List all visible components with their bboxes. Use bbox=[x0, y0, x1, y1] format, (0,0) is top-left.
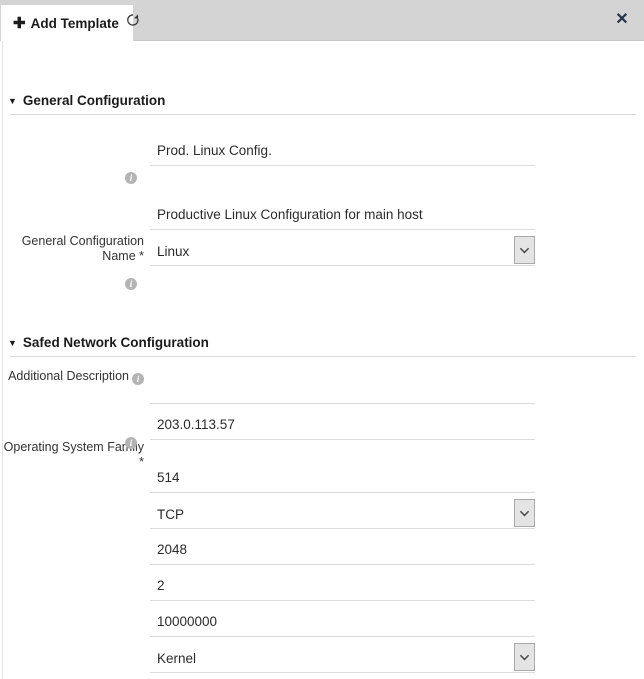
input-max-message-size[interactable] bbox=[150, 536, 535, 565]
select-value-syslog-facility[interactable]: Kernel bbox=[150, 644, 535, 673]
select-protocol-type[interactable]: TCP bbox=[150, 500, 535, 529]
form-row-override-dns-name: Override DNS Namei bbox=[0, 375, 644, 411]
tab-add-template[interactable]: ✚ Add Template bbox=[0, 4, 134, 41]
chevron-down-icon[interactable] bbox=[514, 236, 535, 264]
info-icon[interactable]: i bbox=[125, 278, 137, 290]
select-value-operating-system-family[interactable]: Linux bbox=[150, 237, 535, 266]
form-row-general-configuration-name: General Configuration Name *i bbox=[0, 137, 644, 173]
chevron-down-icon: ▼ bbox=[8, 339, 17, 348]
section-title: Safed Network Configuration bbox=[23, 335, 209, 350]
refresh-icon[interactable] bbox=[124, 11, 142, 29]
select-operating-system-family[interactable]: Linux bbox=[150, 237, 535, 266]
tab-bar: ✚ Add Template ✕ bbox=[0, 0, 644, 41]
form-row-syslog-facility: SYSLOG FacilityiKernel bbox=[0, 644, 644, 679]
chevron-down-icon[interactable] bbox=[514, 499, 535, 527]
input-wait-time[interactable] bbox=[150, 608, 535, 637]
close-button[interactable]: ✕ bbox=[613, 11, 631, 29]
section-header-general-configuration[interactable]: ▼ General Configuration bbox=[8, 93, 638, 108]
chevron-down-icon: ▼ bbox=[8, 97, 17, 106]
info-icon[interactable]: i bbox=[125, 172, 137, 184]
form-row-protocol-type: Protocol Type *iTCP bbox=[0, 500, 644, 536]
input-general-configuration-name[interactable] bbox=[150, 137, 535, 166]
form-row-additional-description: Additional Descriptioni bbox=[0, 201, 644, 237]
section-divider bbox=[10, 356, 636, 357]
input-neteye-server-address[interactable] bbox=[150, 411, 535, 440]
input-override-dns-name[interactable] bbox=[150, 375, 535, 404]
form-row-neteye-server-address: NetEye Server address *i bbox=[0, 411, 644, 447]
tab-label: Add Template bbox=[31, 16, 119, 31]
chevron-down-icon[interactable] bbox=[514, 643, 535, 671]
form-row-operating-system-family: Operating System Family *iLinux bbox=[0, 237, 644, 273]
form-row-max-message-size: Max Message sizei bbox=[0, 536, 644, 572]
form-row-destination-port: Destination Port *i bbox=[0, 464, 644, 500]
section-title: General Configuration bbox=[23, 93, 166, 108]
input-days-of-log-archives[interactable] bbox=[150, 572, 535, 601]
input-destination-port[interactable] bbox=[150, 464, 535, 493]
form-content: ▼ General Configuration ▼ Safed Network … bbox=[0, 41, 644, 679]
refresh-icon-glyph bbox=[126, 13, 140, 27]
plus-icon: ✚ bbox=[13, 16, 26, 31]
select-syslog-facility[interactable]: Kernel bbox=[150, 644, 535, 673]
form-row-days-of-log-archives: Days of Log Archivesi bbox=[0, 572, 644, 608]
section-header-safed-network-configuration[interactable]: ▼ Safed Network Configuration bbox=[8, 335, 638, 350]
section-divider bbox=[10, 114, 636, 115]
info-icon[interactable]: i bbox=[125, 437, 137, 449]
form-row-wait-time: Wait timei bbox=[0, 608, 644, 644]
select-value-protocol-type[interactable]: TCP bbox=[150, 500, 535, 529]
input-additional-description[interactable] bbox=[150, 201, 535, 230]
